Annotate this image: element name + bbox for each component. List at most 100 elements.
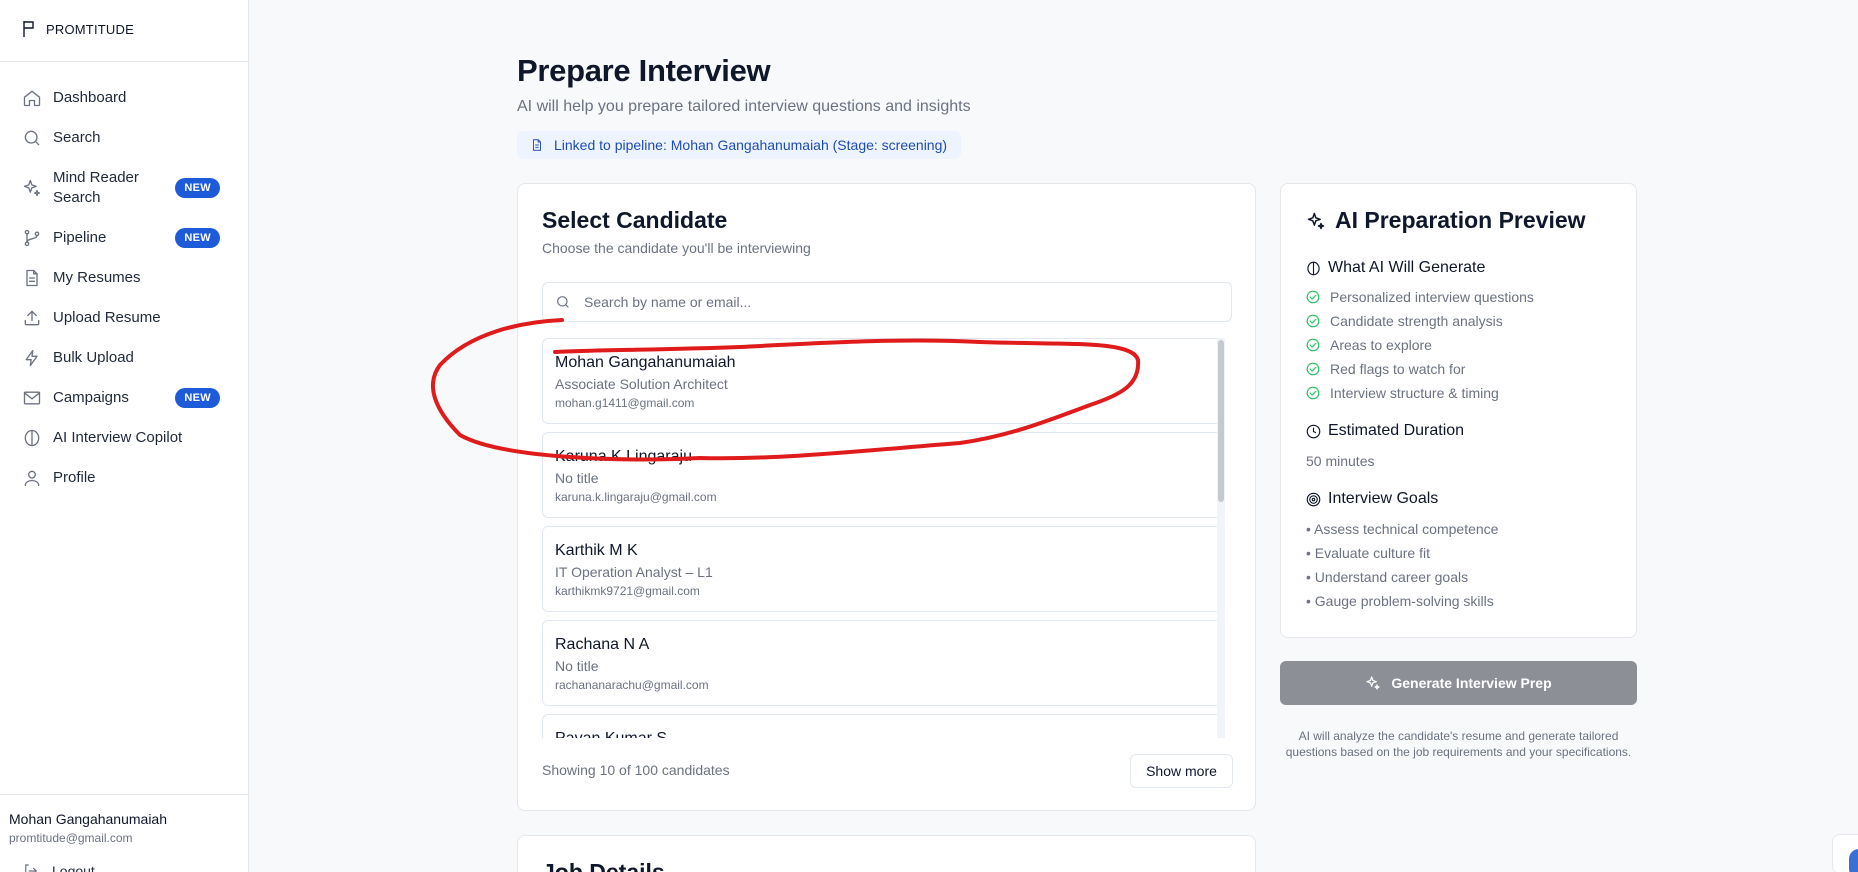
candidate-card[interactable]: Karuna K Lingaraju No title karuna.k.lin…	[542, 432, 1223, 518]
generate-item-label: Candidate strength analysis	[1330, 313, 1503, 329]
check-circle-icon	[1306, 314, 1320, 328]
flag-icon	[23, 21, 34, 37]
new-badge: NEW	[175, 388, 220, 408]
generate-item: Candidate strength analysis	[1306, 313, 1503, 329]
sidebar-item-search[interactable]: Search	[0, 118, 249, 158]
generate-item-label: Interview structure & timing	[1330, 385, 1499, 401]
sidebar: PROMTITUDE Dashboard Search Mind Reader …	[0, 0, 249, 872]
goal-item: • Assess technical competence	[1306, 521, 1499, 537]
candidate-title: No title	[555, 658, 599, 674]
check-circle-icon	[1306, 338, 1320, 352]
mail-icon	[22, 388, 42, 408]
sidebar-item-ai-interview-copilot[interactable]: AI Interview Copilot	[0, 418, 249, 458]
generate-item-label: Areas to explore	[1330, 337, 1432, 353]
candidate-name: Pavan Kumar S	[555, 729, 1210, 738]
sidebar-item-dashboard[interactable]: Dashboard	[0, 78, 249, 118]
sidebar-item-label: My Resumes	[53, 269, 141, 286]
candidate-name: Rachana N A	[555, 636, 650, 653]
brand-name: PROMTITUDE	[46, 21, 134, 37]
candidate-list[interactable]: Mohan Gangahanumaiah Associate Solution …	[542, 338, 1239, 738]
sidebar-item-label: Campaigns	[53, 389, 129, 406]
generate-item-label: Personalized interview questions	[1330, 289, 1534, 305]
sidebar-item-label: Pipeline	[53, 229, 107, 246]
chat-widget-icon	[1849, 849, 1858, 872]
sidebar-item-my-resumes[interactable]: My Resumes	[0, 258, 249, 298]
goal-item: • Understand career goals	[1306, 569, 1469, 585]
check-circle-icon	[1306, 362, 1320, 376]
sidebar-item-label: Profile	[53, 469, 96, 486]
sidebar-item-label: Dashboard	[53, 89, 127, 106]
document-icon	[22, 268, 42, 288]
candidate-search	[542, 282, 1232, 322]
sidebar-item-pipeline[interactable]: Pipeline NEW	[0, 218, 249, 258]
card-subtitle: Choose the candidate you'll be interview…	[542, 240, 811, 256]
candidate-title: IT Operation Analyst – L1	[555, 564, 713, 580]
sidebar-item-mind-reader-search[interactable]: Mind Reader Search NEW	[0, 158, 249, 218]
document-icon	[533, 139, 541, 151]
job-details-card: Job Details	[517, 835, 1256, 872]
goal-item: • Gauge problem-solving skills	[1306, 593, 1494, 609]
brain-icon	[22, 428, 42, 448]
section-heading: Estimated Duration	[1328, 422, 1465, 439]
new-badge: NEW	[175, 228, 220, 248]
candidate-card[interactable]: Mohan Gangahanumaiah Associate Solution …	[542, 338, 1223, 424]
goals-heading: Interview Goals	[1306, 490, 1438, 508]
check-circle-icon	[1306, 386, 1320, 400]
sidebar-item-label: Mind Reader Search	[53, 169, 139, 206]
clock-icon	[1306, 424, 1321, 438]
generate-item: Personalized interview questions	[1306, 289, 1534, 305]
generate-item: Areas to explore	[1306, 337, 1432, 353]
search-icon	[22, 128, 42, 148]
user-email: promtitude@gmail.com	[9, 831, 133, 845]
sidebar-item-label: Search	[53, 129, 101, 146]
brand[interactable]: PROMTITUDE	[22, 20, 134, 38]
candidate-title: No title	[555, 470, 599, 486]
scrollbar-thumb[interactable]	[1218, 340, 1224, 502]
show-more-button[interactable]: Show more	[1130, 754, 1233, 788]
section-heading: What AI Will Generate	[1328, 259, 1486, 276]
page-subtitle: AI will help you prepare tailored interv…	[517, 98, 971, 115]
sidebar-item-label: Upload Resume	[53, 309, 161, 326]
logout-icon	[25, 864, 38, 872]
generate-interview-prep-button[interactable]: Generate Interview Prep	[1280, 661, 1637, 705]
sidebar-item-campaigns[interactable]: Campaigns NEW	[0, 378, 249, 418]
showing-count: Showing 10 of 100 candidates	[542, 762, 730, 778]
logout-button[interactable]: Logout	[22, 862, 95, 872]
candidate-email: karthikmk9721@gmail.com	[555, 584, 700, 598]
generate-button-label: Generate Interview Prep	[1391, 675, 1552, 691]
sidebar-item-label: Bulk Upload	[53, 349, 134, 366]
new-badge: NEW	[175, 178, 220, 198]
generate-heading: What AI Will Generate	[1306, 259, 1485, 277]
divider	[0, 794, 249, 795]
preview-title-text: AI Preparation Preview	[1335, 207, 1586, 233]
candidate-email: rachananarachu@gmail.com	[555, 678, 709, 692]
candidate-card[interactable]: Karthik M K IT Operation Analyst – L1 ka…	[542, 526, 1223, 612]
user-name: Mohan Gangahanumaiah	[9, 811, 168, 827]
lightning-icon	[22, 348, 42, 368]
sidebar-item-label: AI Interview Copilot	[53, 429, 183, 446]
goal-item: • Evaluate culture fit	[1306, 545, 1430, 561]
chat-widget-button[interactable]	[1832, 834, 1858, 872]
sidebar-item-bulk-upload[interactable]: Bulk Upload	[0, 338, 249, 378]
candidate-name: Karuna K Lingaraju	[555, 448, 692, 465]
candidate-card[interactable]: Pavan Kumar S	[542, 714, 1223, 738]
candidate-search-input[interactable]	[584, 294, 1224, 310]
card-title: Select Candidate	[542, 207, 728, 233]
sidebar-item-profile[interactable]: Profile	[0, 458, 249, 498]
duration-heading: Estimated Duration	[1306, 422, 1464, 440]
section-heading: Interview Goals	[1328, 490, 1439, 507]
generate-item: Interview structure & timing	[1306, 385, 1499, 401]
generate-item-label: Red flags to watch for	[1330, 361, 1466, 377]
select-candidate-card: Select Candidate Choose the candidate yo…	[517, 183, 1256, 811]
sidebar-nav: Dashboard Search Mind Reader Search NEW …	[0, 78, 249, 498]
linked-pipeline-text: Linked to pipeline: Mohan Gangahanumaiah…	[554, 137, 948, 153]
page-title: Prepare Interview	[517, 53, 771, 88]
divider	[0, 61, 249, 62]
candidate-title: Associate Solution Architect	[555, 376, 728, 392]
linked-pipeline-chip: Linked to pipeline: Mohan Gangahanumaiah…	[517, 131, 962, 159]
candidate-card[interactable]: Rachana N A No title rachananarachu@gmai…	[542, 620, 1223, 706]
target-icon	[1306, 492, 1321, 506]
generate-item: Red flags to watch for	[1306, 361, 1465, 377]
candidate-email: karuna.k.lingaraju@gmail.com	[555, 490, 717, 504]
sidebar-item-upload-resume[interactable]: Upload Resume	[0, 298, 249, 338]
